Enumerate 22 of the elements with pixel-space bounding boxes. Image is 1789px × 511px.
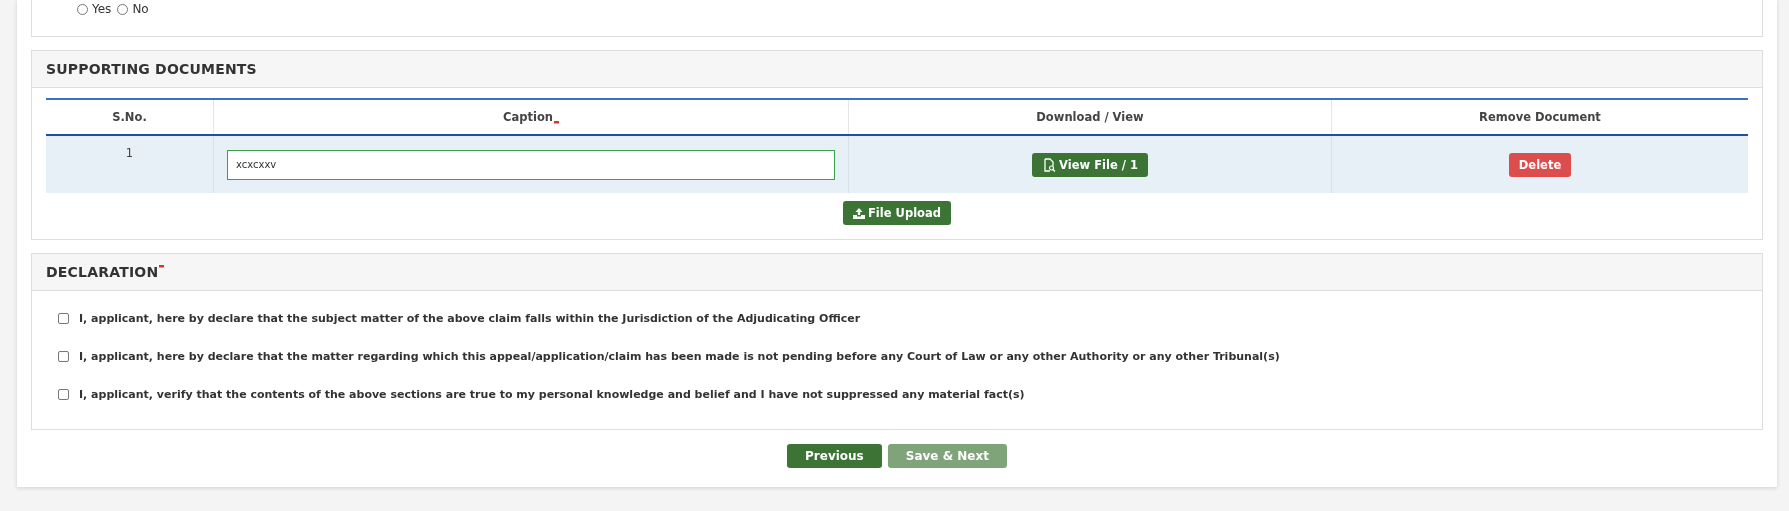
checkbox[interactable] [58, 388, 69, 400]
file-search-icon [1042, 157, 1057, 172]
radio-label: No [132, 2, 149, 16]
declaration-text: I, applicant, here by declare that the subject matter of the above claim falls within the Jurisdiction of the Adjudicating Officer [79, 311, 861, 325]
declaration-text: I, applicant, here by declare that the matter regarding which this appeal/application/claim has been made is not pending before any Court of Law or any other Authority or any other Tribunal(s) [79, 349, 1280, 363]
section-title: SUPPORTING DOCUMENTS [46, 61, 257, 77]
checkbox[interactable] [58, 350, 69, 362]
checkbox[interactable] [58, 312, 69, 324]
view-file-button[interactable]: View File / 1 [1032, 152, 1148, 177]
required-mark-icon [554, 120, 559, 125]
form-button[interactable]: Previous [787, 444, 882, 468]
section-title: DECLARATION [46, 264, 159, 280]
file-upload-button[interactable]: File Upload [843, 201, 951, 225]
caption-input-field[interactable]: xcxcxxv [227, 149, 835, 180]
delete-button[interactable]: Delete [1508, 152, 1572, 177]
radio-option[interactable]: Yes [77, 2, 112, 16]
radio-label: Yes [92, 2, 112, 16]
required-mark-icon [159, 265, 165, 269]
serial-number: 1 [125, 146, 134, 160]
declaration-text: I, applicant, verify that the contents of the above sections are true to my personal knowledge and belief and I have not suppressed any material fact(s) [79, 387, 1025, 401]
upload-icon [853, 207, 865, 219]
radio-option[interactable]: No [117, 2, 149, 16]
